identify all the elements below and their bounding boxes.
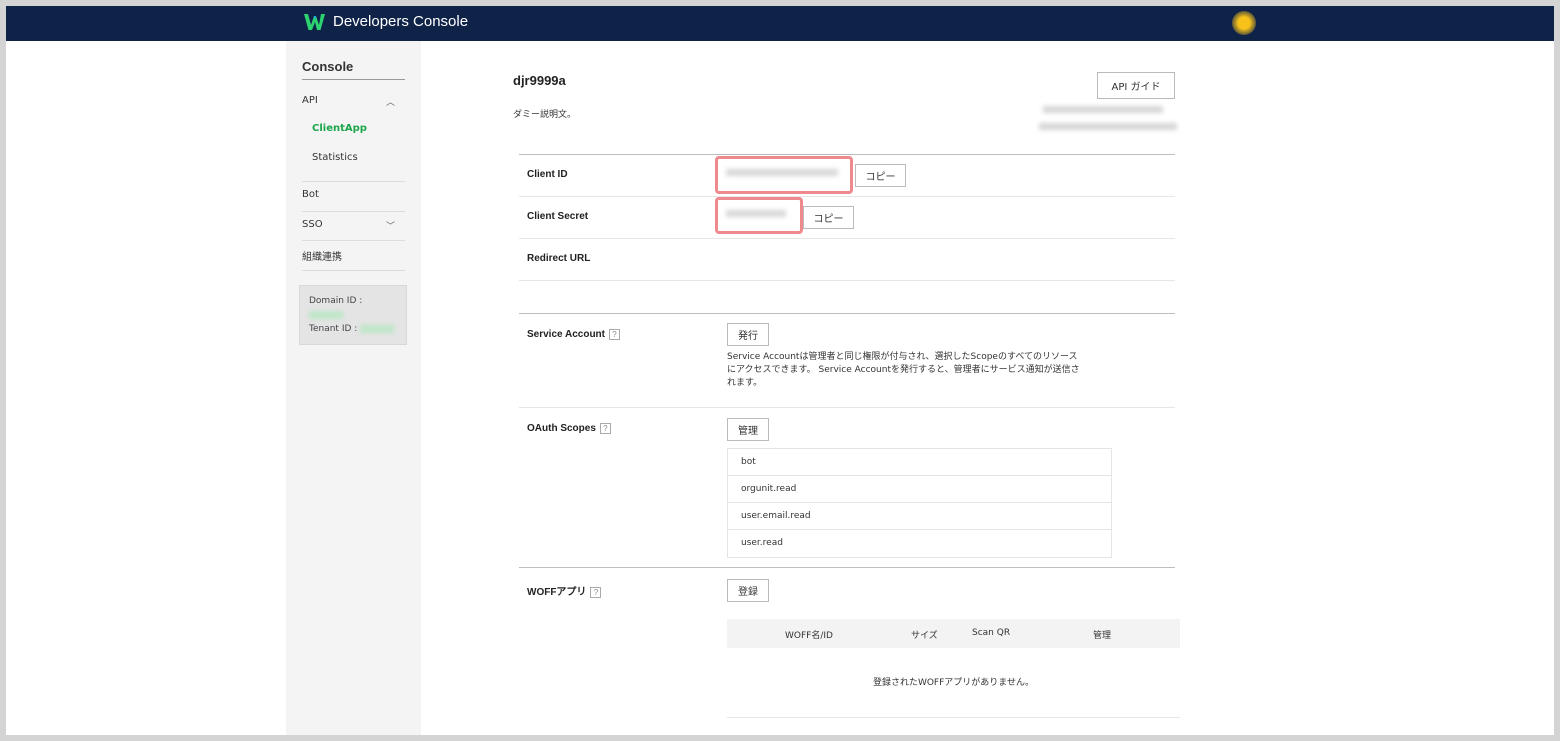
scope-item: user.email.read	[728, 503, 1111, 530]
app-meta-line-2	[1039, 123, 1177, 130]
works-logo-icon[interactable]	[303, 12, 326, 32]
client-id-field	[715, 156, 853, 194]
row-divider	[519, 196, 1175, 197]
woff-app-label-text: WOFFアプリ	[527, 587, 587, 598]
help-icon[interactable]: ?	[599, 423, 611, 434]
app-description: ダミー説明文。	[513, 110, 577, 120]
sidebar-divider	[302, 240, 405, 241]
help-icon[interactable]: ?	[590, 586, 602, 598]
register-woff-button[interactable]: 登録	[727, 579, 769, 602]
client-secret-field	[715, 197, 803, 234]
copy-client-secret-button[interactable]: コピー	[803, 206, 854, 229]
tenant-id-label: Tenant ID :	[309, 324, 358, 334]
woff-app-label: WOFFアプリ?	[527, 583, 602, 598]
sidebar-divider	[302, 181, 405, 182]
user-avatar[interactable]	[1232, 11, 1256, 35]
scope-item: orgunit.read	[728, 476, 1111, 503]
chevron-down-icon: ﹀	[385, 222, 395, 232]
section-divider	[519, 567, 1175, 568]
scope-item: user.read	[741, 538, 783, 548]
sidebar: Console API ︿ ClientApp Statistics Bot S…	[286, 41, 421, 735]
woff-empty-message: 登録されたWOFFアプリがありません。	[872, 678, 1035, 688]
redirect-url-label: Redirect URL	[527, 253, 591, 264]
service-account-description: Service Accountは管理者と同じ権限が付与され、選択したScopeの…	[727, 351, 1127, 390]
app-name: djr9999a	[513, 73, 566, 88]
column-header-woff-name: WOFF名/ID	[785, 631, 833, 641]
scope-item: bot	[728, 449, 1111, 476]
help-icon[interactable]: ?	[609, 329, 620, 340]
oauth-scopes-label-text: OAuth Scopes	[527, 423, 596, 435]
app-meta-line-1	[1043, 106, 1163, 113]
column-header-manage: 管理	[1093, 631, 1112, 641]
domain-id-label: Domain ID :	[309, 296, 363, 306]
browser-frame: Developers Console Console API ︿ ClientA…	[6, 6, 1554, 735]
sidebar-item-clientapp[interactable]: ClientApp	[312, 123, 367, 134]
row-divider	[519, 407, 1175, 408]
tenant-id-value	[360, 324, 395, 333]
section-divider	[519, 313, 1175, 314]
domain-id-value	[309, 310, 343, 319]
section-divider	[519, 154, 1175, 155]
sidebar-item-label: SSO	[302, 219, 323, 230]
sidebar-item-sso[interactable]: SSO ﹀	[302, 219, 405, 232]
sidebar-item-label: API	[302, 95, 318, 106]
copy-client-id-button[interactable]: コピー	[855, 164, 906, 187]
description-line: れます。	[727, 378, 763, 388]
manage-scopes-button[interactable]: 管理	[727, 418, 769, 441]
row-divider	[519, 280, 1175, 281]
client-secret-label: Client Secret	[527, 211, 589, 222]
sidebar-item-statistics[interactable]: Statistics	[312, 152, 358, 163]
main-content: djr9999a ダミー説明文。 API ガイド Client ID コピー C…	[421, 41, 1554, 735]
sidebar-item-org-link[interactable]: 組織連携	[302, 248, 405, 263]
domain-info-box: Domain ID : Tenant ID :	[299, 285, 407, 345]
column-header-size: サイズ	[911, 631, 938, 641]
api-guide-button[interactable]: API ガイド	[1097, 72, 1175, 99]
oauth-scopes-label: OAuth Scopes?	[527, 423, 611, 434]
description-line: Service Accountは管理者と同じ権限が付与され、選択したScopeの…	[727, 352, 1078, 362]
column-header-scan-qr: Scan QR	[972, 628, 1011, 638]
row-divider	[727, 717, 1180, 718]
sidebar-item-label: 組織連携	[302, 252, 342, 263]
scope-list: bot orgunit.read user.email.read user.re…	[727, 448, 1112, 558]
service-account-label: Service Account?	[527, 329, 620, 340]
sidebar-item-label: Bot	[302, 189, 319, 200]
chevron-up-icon: ︿	[385, 98, 395, 108]
service-account-label-text: Service Account	[527, 329, 605, 341]
brand-title[interactable]: Developers Console	[333, 13, 468, 30]
description-line: にアクセスできます。 Service Accountを発行すると、管理者にサービ…	[727, 365, 1080, 375]
issue-service-account-button[interactable]: 発行	[727, 323, 769, 346]
client-id-label: Client ID	[527, 169, 568, 180]
sidebar-divider	[302, 211, 405, 212]
sidebar-item-api[interactable]: API ︿	[302, 95, 405, 108]
woff-table-header: WOFF名/ID サイズ Scan QR 管理	[727, 619, 1180, 648]
sidebar-divider	[302, 270, 405, 271]
top-bar: Developers Console	[6, 6, 1554, 41]
sidebar-item-bot[interactable]: Bot	[302, 189, 405, 200]
row-divider	[519, 238, 1175, 239]
sidebar-title: Console	[302, 59, 405, 80]
